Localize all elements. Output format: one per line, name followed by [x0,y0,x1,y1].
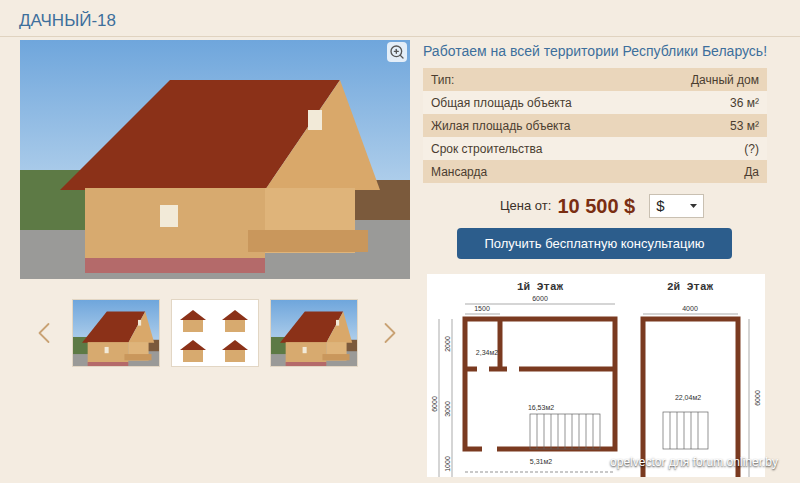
svg-text:22,04м2: 22,04м2 [675,394,701,401]
page-title: ДАЧНЫЙ-18 [0,0,800,37]
price-row: Цена от: 10 500 $ $ [423,194,767,218]
region-note: Работаем на всей территории Республики Б… [423,37,767,68]
svg-text:4000: 4000 [682,305,698,312]
svg-text:1000: 1000 [444,456,451,472]
floor-plan: 1й Этаж 2й Этаж 6000 1500 4000 6000 2000 3000 10… [427,274,765,477]
svg-text:5,31м2: 5,31м2 [530,458,552,465]
spec-label: Мансарда [431,163,487,181]
spec-value: Дачный дом [691,71,759,89]
spec-value: Да [744,163,759,181]
spec-label: Тип: [431,71,454,89]
dropdown-caret-icon [690,204,697,208]
next-arrow-icon[interactable] [372,315,408,351]
spec-label: Срок строительства [431,140,542,158]
zoom-icon [389,44,405,60]
currency-select[interactable]: $ [649,194,704,218]
price-label: Цена от: [500,196,551,216]
gallery-thumbnail[interactable] [72,299,160,367]
svg-text:6000: 6000 [431,396,438,412]
spec-row: Тип: Дачный дом [423,68,767,91]
spec-value: (?) [744,140,759,158]
specs-table: Тип: Дачный дом Общая площадь объекта 36 м²… [423,68,767,183]
spec-row: Общая площадь объекта 36 м² [423,91,767,114]
photo-thumbnail-image [271,300,358,367]
svg-text:6000: 6000 [754,390,761,406]
spec-label: Жилая площадь объекта [431,117,570,135]
thumbnail-strip [20,299,412,367]
main-photo-image [20,40,410,279]
consult-button[interactable]: Получить бесплатную консультацию [457,228,732,259]
gallery-thumbnail[interactable] [270,299,358,367]
svg-text:1й Этаж: 1й Этаж [517,281,564,293]
floor-plan-panel: 1й Этаж 2й Этаж 6000 1500 4000 6000 2000 3000 10… [427,274,765,477]
currency-value: $ [656,195,664,218]
watermark: opelvector для forum.onliner.by [610,453,778,471]
svg-text:16,53м2: 16,53м2 [528,404,554,411]
spec-label: Общая площадь объекта [431,94,572,112]
spec-value: 53 м² [730,117,759,135]
main-photo[interactable] [20,40,410,279]
gallery-thumbnail[interactable] [171,299,259,367]
spec-row: Жилая площадь объекта 53 м² [423,114,767,137]
gallery [20,37,412,477]
svg-text:3000: 3000 [444,401,451,417]
photo-thumbnail-image [73,300,160,367]
prev-arrow-icon[interactable] [26,315,62,351]
svg-text:2,34м2: 2,34м2 [476,349,498,356]
spec-value: 36 м² [730,94,759,112]
spec-row: Мансарда Да [423,160,767,183]
price-value: 10 500 $ [557,191,635,221]
zoom-button[interactable] [387,42,407,62]
svg-text:1500: 1500 [474,305,490,312]
svg-text:6000: 6000 [532,295,548,302]
spec-row: Срок строительства (?) [423,137,767,160]
details: Работаем на всей территории Республики Б… [423,37,767,477]
facades-thumbnail-image [172,300,259,367]
svg-text:2000: 2000 [444,336,451,352]
page: ДАЧНЫЙ-18Работаем на всей территории Рес… [0,0,800,483]
svg-text:2й Этаж: 2й Этаж [667,281,714,293]
